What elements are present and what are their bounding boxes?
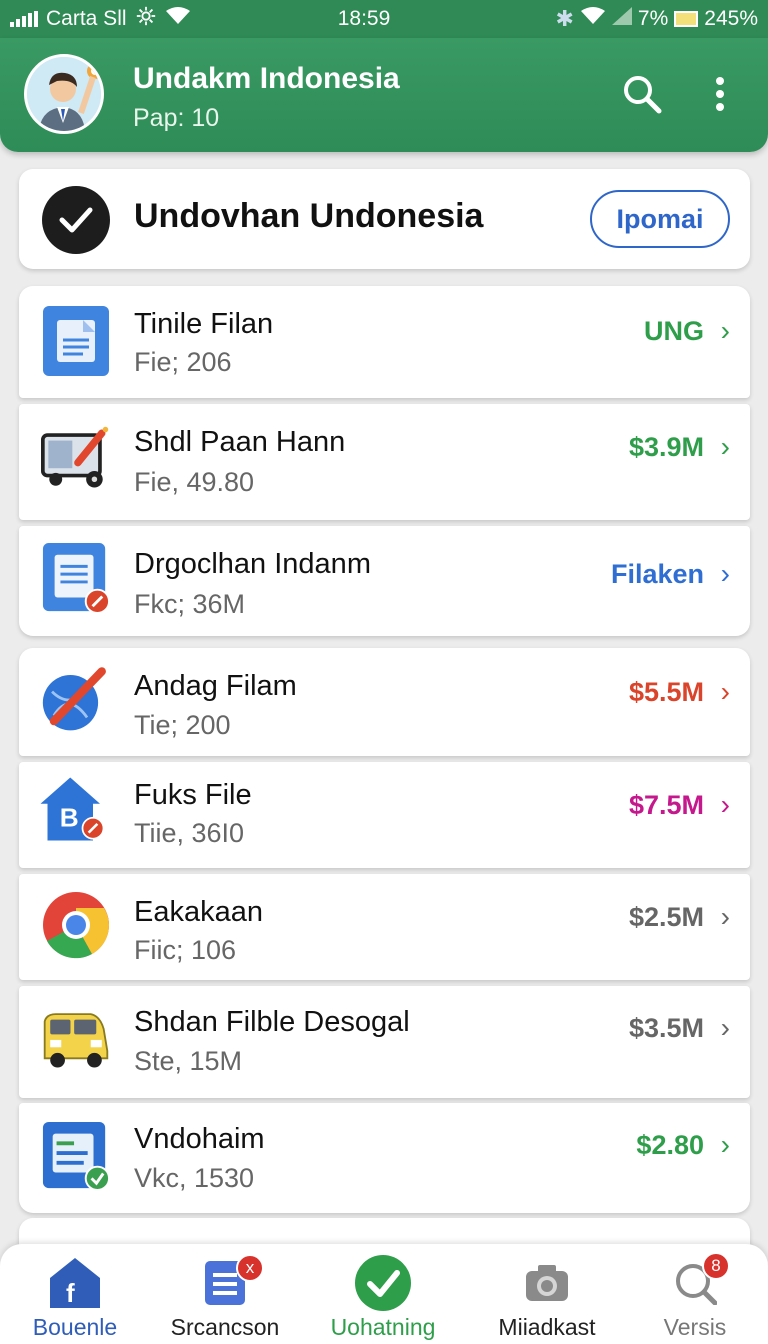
nav-label: Versis bbox=[663, 1314, 727, 1340]
item-subtitle: Ste, 15M bbox=[134, 1046, 243, 1076]
signal-icon bbox=[611, 7, 632, 31]
nav-search[interactable]: 8 Versis bbox=[620, 1244, 768, 1344]
list-item[interactable]: Eakakaan Fiic; 106 $2.5M › bbox=[19, 874, 750, 980]
check-icon bbox=[42, 186, 110, 254]
item-subtitle: Fiic; 106 bbox=[134, 935, 237, 965]
item-subtitle: Tie; 200 bbox=[134, 710, 231, 740]
bottom-nav: f Bouenle x Srcancson Uohatning Miiadkas… bbox=[0, 1244, 768, 1344]
header-action-button[interactable]: Ipomai bbox=[590, 190, 730, 248]
facebook-home-icon: f bbox=[46, 1254, 104, 1312]
svg-text:f: f bbox=[66, 1278, 75, 1308]
machine-icon bbox=[41, 424, 111, 494]
list-item[interactable]: Tinile Filan Fie; 206 UNG › bbox=[19, 286, 750, 398]
chevron-right-icon: › bbox=[720, 789, 730, 820]
item-value: $2.5M bbox=[628, 902, 704, 932]
nav-label: Bouenle bbox=[32, 1314, 118, 1340]
nav-camera[interactable]: Miiadkast bbox=[472, 1244, 622, 1344]
item-title: Tinile Filan bbox=[134, 308, 274, 340]
item-subtitle: Vkc, 1530 bbox=[134, 1163, 255, 1193]
nav-check[interactable]: Uohatning bbox=[308, 1244, 458, 1344]
nav-home[interactable]: f Bouenle bbox=[0, 1244, 150, 1344]
wifi-icon bbox=[580, 6, 606, 32]
document-icon bbox=[41, 306, 111, 376]
camera-icon bbox=[518, 1254, 576, 1312]
search-icon[interactable] bbox=[620, 72, 664, 116]
chevron-right-icon: › bbox=[720, 901, 730, 932]
item-value: $7.5M bbox=[628, 790, 704, 820]
item-subtitle: Fkc; 36M bbox=[134, 589, 246, 619]
chrome-icon bbox=[41, 890, 111, 960]
bluetooth-icon: ✱ bbox=[555, 6, 574, 31]
svg-text:B: B bbox=[60, 803, 79, 833]
app-title: Undakm Indonesia bbox=[133, 62, 400, 95]
globe-pen-icon bbox=[41, 664, 111, 734]
list-item[interactable]: B Fuks File Tiie, 36I0 $7.5M › bbox=[19, 762, 750, 868]
notification-badge: x bbox=[236, 1254, 264, 1282]
list-item[interactable]: Vndohaim Vkc, 1530 $2.80 › bbox=[19, 1103, 750, 1213]
item-value: $5.5M bbox=[628, 677, 704, 707]
item-value: $3.5M bbox=[628, 1013, 704, 1043]
item-value: $3.9M bbox=[628, 432, 704, 462]
item-title: Fuks File bbox=[134, 779, 252, 811]
clock: 18:59 bbox=[337, 7, 391, 30]
list-item[interactable]: Shdl Paan Hann Fie, 49.80 $3.9M › bbox=[19, 404, 750, 520]
chevron-right-icon: › bbox=[720, 676, 730, 707]
item-title: Vndohaim bbox=[134, 1123, 265, 1155]
check-circle-icon bbox=[354, 1254, 412, 1312]
item-subtitle: Tiie, 36I0 bbox=[134, 818, 245, 848]
nav-label: Uohatning bbox=[330, 1314, 436, 1340]
status-bar: Carta Sll 18:59 ✱ 7% 245% bbox=[0, 0, 768, 38]
list-item[interactable]: Andag Filam Tie; 200 $5.5M › bbox=[19, 648, 750, 756]
item-title: Drgoclhan Indanm bbox=[134, 548, 371, 580]
header-title: Undovhan Undonesia bbox=[134, 197, 484, 235]
list-item[interactable]: Shdan Filble Desogal Ste, 15M $3.5M › bbox=[19, 986, 750, 1098]
item-value: $2.80 bbox=[636, 1130, 704, 1160]
signal-icon bbox=[10, 11, 38, 27]
header-card: Undovhan Undonesia Ipomai bbox=[19, 169, 750, 269]
chevron-right-icon: › bbox=[720, 558, 730, 589]
chevron-right-icon: › bbox=[720, 315, 730, 346]
settings-gear-icon bbox=[135, 5, 157, 33]
form-check-icon bbox=[41, 1121, 111, 1191]
truck-icon bbox=[41, 1004, 111, 1074]
nav-label: Srcancson bbox=[170, 1314, 280, 1340]
item-title: Eakakaan bbox=[134, 896, 263, 928]
item-value: UNG bbox=[644, 316, 704, 346]
avatar[interactable] bbox=[24, 54, 104, 134]
item-title: Shdan Filble Desogal bbox=[134, 1006, 410, 1038]
nav-label: Miiadkast bbox=[498, 1314, 596, 1340]
app-subtitle: Pap: 10 bbox=[133, 104, 220, 132]
carrier-label: Carta Sll bbox=[46, 7, 127, 30]
document-link-icon bbox=[41, 543, 111, 615]
battery-icon bbox=[674, 11, 699, 27]
home-b-icon: B bbox=[37, 774, 107, 844]
chevron-right-icon: › bbox=[720, 1012, 730, 1043]
battery-level: 245% bbox=[704, 7, 758, 30]
battery-percent: 7% bbox=[637, 7, 669, 30]
nav-list[interactable]: x Srcancson bbox=[150, 1244, 300, 1344]
item-title: Shdl Paan Hann bbox=[134, 426, 346, 458]
notification-badge: 8 bbox=[702, 1252, 730, 1280]
list-item[interactable]: Drgoclhan Indanm Fkc; 36M Filaken › bbox=[19, 526, 750, 636]
item-title: Andag Filam bbox=[134, 670, 297, 702]
item-subtitle: Fie, 49.80 bbox=[134, 467, 255, 497]
item-value: Filaken bbox=[610, 559, 704, 589]
wifi-icon bbox=[165, 6, 191, 32]
more-vert-icon[interactable] bbox=[698, 72, 742, 116]
chevron-right-icon: › bbox=[720, 1129, 730, 1160]
chevron-right-icon: › bbox=[720, 431, 730, 462]
app-bar: Undakm Indonesia Pap: 10 bbox=[0, 38, 768, 152]
item-subtitle: Fie; 206 bbox=[134, 347, 232, 377]
